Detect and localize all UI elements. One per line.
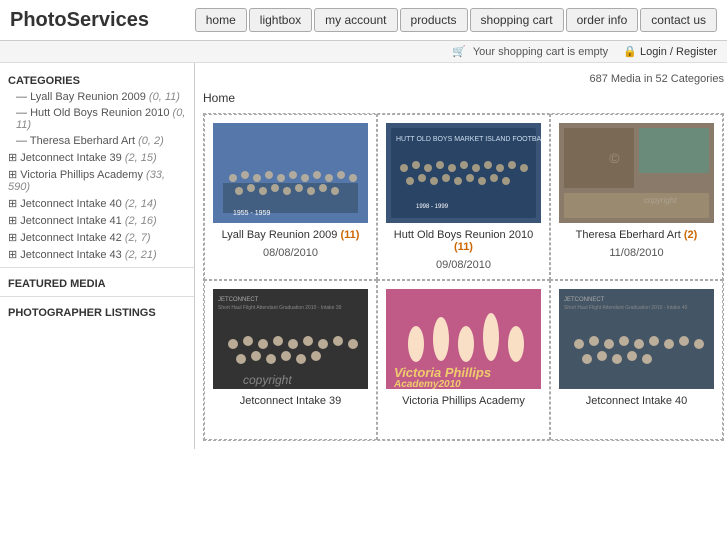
gallery-cell-jetconn39[interactable]: JETCONNECT Short Haul Flight Attendant G… bbox=[204, 280, 377, 440]
gallery-cell-victoria[interactable]: Victoria Phillips Academy2010 Victoria P… bbox=[377, 280, 550, 440]
svg-text:JETCONNECT: JETCONNECT bbox=[564, 297, 605, 303]
gallery-cell-hutt[interactable]: HUTT OLD BOYS MARKET ISLAND FOOTBALL CLU… bbox=[377, 114, 550, 280]
sidebar-item-hutt[interactable]: — Hutt Old Boys Reunion 2010 (0, 11) bbox=[0, 105, 194, 133]
gallery-title-hutt: Hutt Old Boys Reunion 2010 (11) bbox=[386, 229, 541, 253]
cart-text: Your shopping cart is empty bbox=[473, 46, 608, 58]
svg-text:1998 - 1999: 1998 - 1999 bbox=[416, 204, 449, 210]
nav-home[interactable]: home bbox=[195, 8, 247, 32]
main: CATEGORIES — Lyall Bay Reunion 2009 (0, … bbox=[0, 63, 727, 449]
nav-contact-us[interactable]: contact us bbox=[640, 8, 717, 32]
nav-products[interactable]: products bbox=[400, 8, 468, 32]
sidebar-item-jetconn39[interactable]: ⊞ Jetconnect Intake 39 (2, 15) bbox=[0, 149, 194, 166]
cart-icon: 🛒 bbox=[452, 46, 466, 58]
stats-bar: 687 Media in 52 Categories bbox=[203, 71, 724, 91]
gallery-cell-theresa[interactable]: © copyright Theresa Eberhard Art (2) 11/… bbox=[550, 114, 723, 280]
photographer-listings-link[interactable]: PHOTOGRAPHER LISTINGS bbox=[0, 301, 194, 321]
gallery-cell-jetconn40[interactable]: JETCONNECT Short Haul Flight Attendant G… bbox=[550, 280, 723, 440]
gallery-title-jetconn39: Jetconnect Intake 39 bbox=[240, 395, 342, 407]
sidebar-divider-2 bbox=[0, 296, 194, 297]
sidebar-divider-1 bbox=[0, 267, 194, 268]
svg-text:Short Haul Flight Attendant Gr: Short Haul Flight Attendant Graduation 2… bbox=[218, 305, 342, 311]
sidebar: CATEGORIES — Lyall Bay Reunion 2009 (0, … bbox=[0, 63, 195, 449]
svg-text:Academy2010: Academy2010 bbox=[393, 379, 461, 389]
gallery-date-lyall: 08/08/2010 bbox=[263, 247, 318, 259]
sidebar-item-jetconn42[interactable]: ⊞ Jetconnect Intake 42 (2, 7) bbox=[0, 229, 194, 246]
gallery-date-theresa: 11/08/2010 bbox=[609, 247, 663, 259]
gallery-img-theresa: © copyright bbox=[559, 123, 714, 223]
cart-status: 🛒 Your shopping cart is empty bbox=[452, 45, 608, 58]
gallery-title-jetconn40: Jetconnect Intake 40 bbox=[586, 395, 688, 407]
svg-text:HUTT OLD BOYS MARKET ISLAND FO: HUTT OLD BOYS MARKET ISLAND FOOTBALL CLU… bbox=[396, 136, 541, 143]
sidebar-item-theresa[interactable]: — Theresa Eberhard Art (0, 2) bbox=[0, 133, 194, 149]
featured-media-link[interactable]: FEATURED MEDIA bbox=[0, 272, 194, 292]
nav: home lightbox my account products shoppi… bbox=[195, 8, 717, 32]
gallery-img-jetconn40: JETCONNECT Short Haul Flight Attendant G… bbox=[559, 289, 714, 389]
svg-text:copyright: copyright bbox=[644, 196, 677, 205]
nav-my-account[interactable]: my account bbox=[314, 8, 397, 32]
cart-bar: 🛒 Your shopping cart is empty 🔒 Login / … bbox=[0, 41, 727, 63]
svg-text:©: © bbox=[609, 150, 620, 166]
gallery-img-jetconn39: JETCONNECT Short Haul Flight Attendant G… bbox=[213, 289, 368, 389]
svg-text:Victoria Phillips: Victoria Phillips bbox=[394, 365, 491, 380]
sidebar-item-jetconn41[interactable]: ⊞ Jetconnect Intake 41 (2, 16) bbox=[0, 212, 194, 229]
svg-text:Short Haul Flight Attendant Gr: Short Haul Flight Attendant Graduation 2… bbox=[564, 305, 688, 311]
sidebar-item-victoria[interactable]: ⊞ Victoria Phillips Academy (33, 590) bbox=[0, 166, 194, 195]
gallery-title-lyall: Lyall Bay Reunion 2009 (11) bbox=[222, 229, 360, 241]
gallery: 1955 - 1959 Lyall Bay Reunion 2009 (11) … bbox=[203, 113, 724, 441]
nav-lightbox[interactable]: lightbox bbox=[249, 8, 312, 32]
lock-icon: 🔒 bbox=[623, 46, 637, 58]
gallery-img-victoria: Victoria Phillips Academy2010 bbox=[386, 289, 541, 389]
gallery-title-theresa: Theresa Eberhard Art (2) bbox=[576, 229, 698, 241]
svg-text:copyright: copyright bbox=[243, 373, 292, 387]
svg-text:1955 - 1959: 1955 - 1959 bbox=[233, 210, 270, 217]
sidebar-item-lyall[interactable]: — Lyall Bay Reunion 2009 (0, 11) bbox=[0, 89, 194, 105]
categories-title: CATEGORIES bbox=[0, 71, 194, 89]
gallery-img-lyall: 1955 - 1959 bbox=[213, 123, 368, 223]
logo: PhotoServices bbox=[10, 9, 149, 32]
gallery-cell-lyall[interactable]: 1955 - 1959 Lyall Bay Reunion 2009 (11) … bbox=[204, 114, 377, 280]
content: 687 Media in 52 Categories Home bbox=[195, 63, 727, 449]
gallery-img-hutt: HUTT OLD BOYS MARKET ISLAND FOOTBALL CLU… bbox=[386, 123, 541, 223]
sidebar-item-jetconn43[interactable]: ⊞ Jetconnect Intake 43 (2, 21) bbox=[0, 246, 194, 263]
nav-order-info[interactable]: order info bbox=[566, 8, 639, 32]
sidebar-item-jetconn40[interactable]: ⊞ Jetconnect Intake 40 (2, 14) bbox=[0, 195, 194, 212]
gallery-title-victoria: Victoria Phillips Academy bbox=[402, 395, 525, 407]
login-link[interactable]: 🔒 Login / Register bbox=[623, 45, 717, 58]
svg-text:JETCONNECT: JETCONNECT bbox=[218, 297, 259, 303]
nav-shopping-cart[interactable]: shopping cart bbox=[470, 8, 564, 32]
gallery-date-hutt: 09/08/2010 bbox=[436, 259, 491, 271]
header: PhotoServices home lightbox my account p… bbox=[0, 0, 727, 41]
breadcrumb: Home bbox=[203, 91, 724, 105]
login-text[interactable]: Login / Register bbox=[640, 46, 717, 58]
